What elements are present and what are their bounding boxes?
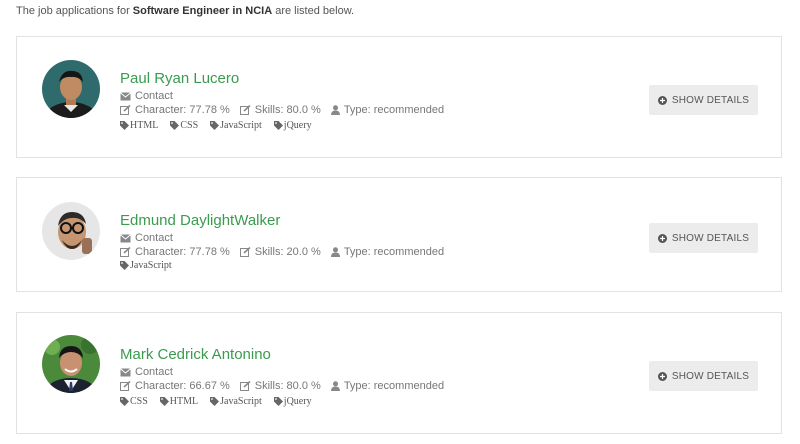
applicant-name[interactable]: Mark Cedrick Antonino xyxy=(120,346,454,364)
skill-tag: JavaScript xyxy=(120,260,172,271)
edit-icon xyxy=(120,381,131,391)
show-details-button[interactable]: SHOW DETAILS xyxy=(649,361,758,391)
type-metric: Type: recommended xyxy=(330,245,445,259)
type-metric: Type: recommended xyxy=(330,103,445,117)
skills-value: Skills: 20.0 % xyxy=(254,246,321,258)
envelope-icon xyxy=(120,91,131,100)
plus-circle-icon xyxy=(657,371,667,381)
tag-label: CSS xyxy=(130,396,148,407)
metrics-row: Character: 77.78 % Skills: 20.0 % Type: … xyxy=(120,245,454,259)
skills-metric: Skills: 80.0 % xyxy=(239,103,321,117)
contact-link[interactable]: Contact xyxy=(120,89,454,103)
user-icon xyxy=(330,381,340,391)
tag-icon xyxy=(120,261,129,270)
applicant-info: Edmund DaylightWalker Contact Character:… xyxy=(120,212,454,271)
plus-circle-icon xyxy=(657,233,667,243)
metrics-row: Character: 66.67 % Skills: 80.0 % Type: … xyxy=(120,379,454,393)
applicant-card: Paul Ryan Lucero Contact Character: 77.7… xyxy=(16,36,782,158)
character-metric: Character: 77.78 % xyxy=(120,103,230,117)
skills-metric: Skills: 20.0 % xyxy=(239,245,321,259)
tag-icon xyxy=(273,121,283,130)
show-details-label: SHOW DETAILS xyxy=(671,370,750,382)
type-metric: Type: recommended xyxy=(330,379,445,393)
skill-tag: JavaScript xyxy=(210,120,262,131)
tag-icon xyxy=(170,121,180,130)
tag-icon xyxy=(159,397,169,406)
show-details-button[interactable]: SHOW DETAILS xyxy=(649,223,758,253)
applicant-card: Edmund DaylightWalker Contact Character:… xyxy=(16,177,782,292)
avatar[interactable] xyxy=(42,202,100,260)
intro-suffix: are listed below. xyxy=(272,5,355,17)
avatar[interactable] xyxy=(42,335,100,393)
tag-icon xyxy=(210,397,220,406)
tag-label: JavaScript xyxy=(220,396,262,407)
user-icon xyxy=(330,247,340,257)
contact-label: Contact xyxy=(135,232,173,244)
tag-label: CSS xyxy=(180,120,199,131)
skill-tag: jQuery xyxy=(273,396,312,407)
skill-tags: HTML CSS JavaScript jQuery xyxy=(120,120,454,131)
skills-metric: Skills: 80.0 % xyxy=(239,379,321,393)
tag-icon xyxy=(120,121,129,130)
tag-icon xyxy=(210,121,220,130)
skill-tags: JavaScript xyxy=(120,260,454,271)
edit-icon xyxy=(239,247,251,257)
skill-tag: CSS xyxy=(170,120,198,131)
envelope-icon xyxy=(120,367,131,376)
edit-icon xyxy=(120,105,131,115)
metrics-row: Character: 77.78 % Skills: 80.0 % Type: … xyxy=(120,103,454,117)
avatar[interactable] xyxy=(42,60,100,118)
job-position: Software Engineer in NCIA xyxy=(132,5,273,17)
skill-tags: CSS HTML JavaScript jQuery xyxy=(120,396,454,407)
applicant-name[interactable]: Edmund DaylightWalker xyxy=(120,212,454,230)
contact-link[interactable]: Contact xyxy=(120,231,454,245)
applicant-info: Paul Ryan Lucero Contact Character: 77.7… xyxy=(120,70,454,131)
type-value: Type: recommended xyxy=(343,104,445,116)
tag-label: JavaScript xyxy=(220,120,262,131)
envelope-icon xyxy=(120,233,131,242)
character-value: Character: 77.78 % xyxy=(135,104,230,116)
contact-label: Contact xyxy=(135,366,173,378)
show-details-button[interactable]: SHOW DETAILS xyxy=(649,85,758,115)
edit-icon xyxy=(239,105,251,115)
character-metric: Character: 66.67 % xyxy=(120,379,230,393)
tag-label: jQuery xyxy=(283,396,312,407)
character-metric: Character: 77.78 % xyxy=(120,245,230,259)
tag-label: JavaScript xyxy=(130,260,172,271)
tag-label: jQuery xyxy=(283,120,312,131)
intro-text: The job applications for Software Engine… xyxy=(16,5,354,17)
applicant-name[interactable]: Paul Ryan Lucero xyxy=(120,70,454,88)
contact-link[interactable]: Contact xyxy=(120,365,454,379)
intro-prefix: The job applications for xyxy=(16,5,133,17)
skill-tag: JavaScript xyxy=(210,396,262,407)
character-value: Character: 66.67 % xyxy=(135,380,230,392)
applicant-info: Mark Cedrick Antonino Contact Character:… xyxy=(120,346,454,407)
show-details-label: SHOW DETAILS xyxy=(671,94,750,106)
tag-label: HTML xyxy=(169,396,199,407)
show-details-label: SHOW DETAILS xyxy=(671,232,750,244)
contact-label: Contact xyxy=(135,90,173,102)
tag-icon xyxy=(120,397,129,406)
tag-icon xyxy=(273,397,283,406)
character-value: Character: 77.78 % xyxy=(135,246,230,258)
skill-tag: jQuery xyxy=(273,120,312,131)
type-value: Type: recommended xyxy=(343,246,445,258)
skills-value: Skills: 80.0 % xyxy=(254,104,321,116)
edit-icon xyxy=(239,381,251,391)
skill-tag: HTML xyxy=(159,396,199,407)
applicant-card: Mark Cedrick Antonino Contact Character:… xyxy=(16,312,782,434)
user-icon xyxy=(330,105,340,115)
plus-circle-icon xyxy=(657,95,667,105)
edit-icon xyxy=(120,247,131,257)
skills-value: Skills: 80.0 % xyxy=(254,380,321,392)
type-value: Type: recommended xyxy=(343,380,445,392)
skill-tag: CSS xyxy=(120,396,148,407)
tag-label: HTML xyxy=(130,120,159,131)
skill-tag: HTML xyxy=(120,120,158,131)
